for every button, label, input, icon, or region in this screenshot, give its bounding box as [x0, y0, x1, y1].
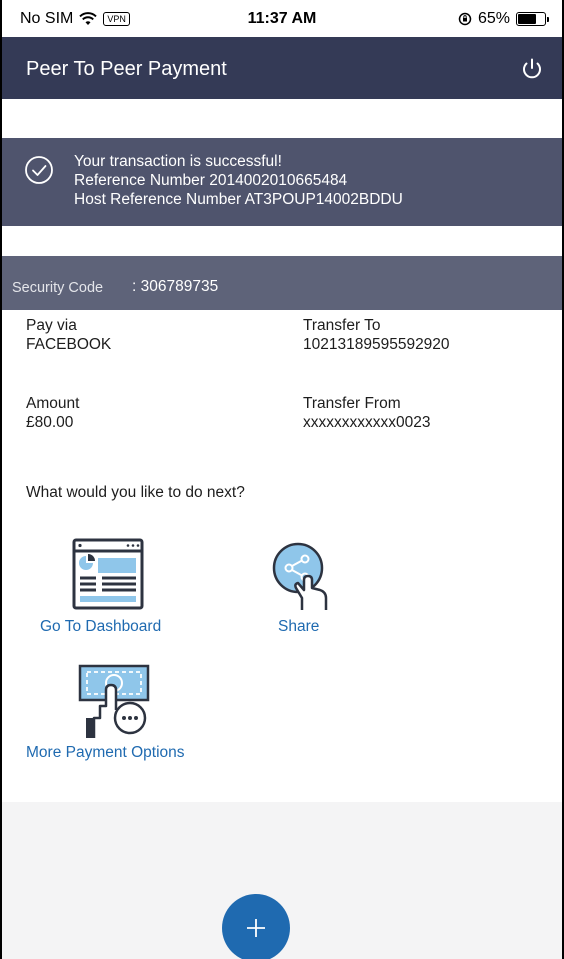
reference-number: Reference Number 2014002010665484 [74, 172, 348, 189]
next-steps-heading: What would you like to do next? [26, 484, 245, 501]
transfer-from-field: Transfer From xxxxxxxxxxxx0023 [303, 394, 430, 432]
payment-options-icon [78, 664, 150, 738]
add-fab-button[interactable] [222, 894, 290, 959]
go-to-dashboard-label[interactable]: Go To Dashboard [40, 618, 161, 636]
battery-icon [516, 12, 549, 26]
app-screen: No SIM VPN 11:37 AM 65% Peer To Peer Pay… [0, 0, 564, 959]
go-to-dashboard-action[interactable]: Go To Dashboard [26, 536, 206, 640]
amount-field: Amount £80.00 [26, 394, 79, 432]
plus-icon [247, 919, 265, 937]
transfer-from-label: Transfer From [303, 395, 401, 412]
host-reference-number: Host Reference Number AT3POUP14002BDDU [74, 191, 403, 208]
share-icon [272, 542, 328, 610]
success-title: Your transaction is successful! [74, 153, 282, 170]
pay-via-label: Pay via [26, 317, 77, 334]
check-circle-icon [25, 156, 53, 184]
security-code-bar: Security Code : 306789735 [2, 256, 562, 310]
amount-value: £80.00 [26, 414, 74, 431]
amount-label: Amount [26, 395, 80, 412]
share-label[interactable]: Share [278, 618, 319, 636]
pay-via-field: Pay via FACEBOOK [26, 316, 111, 354]
more-payment-options-action[interactable]: More Payment Options [26, 660, 226, 768]
transfer-from-value: xxxxxxxxxxxx0023 [303, 414, 431, 431]
success-message: Your transaction is successful! Referenc… [74, 152, 403, 209]
security-code-label: Security Code [12, 280, 104, 296]
app-header: Peer To Peer Payment [2, 37, 562, 99]
transfer-to-field: Transfer To 10213189595592920 [303, 316, 450, 354]
transfer-to-label: Transfer To [303, 317, 381, 334]
pay-via-value: FACEBOOK [26, 336, 112, 353]
page-title: Peer To Peer Payment [26, 58, 227, 80]
transfer-to-value: 10213189595592920 [303, 336, 450, 353]
dashboard-icon [72, 538, 144, 610]
share-action[interactable]: Share [264, 536, 354, 640]
success-banner: Your transaction is successful! Referenc… [2, 138, 562, 226]
power-icon[interactable] [518, 55, 546, 83]
status-right: 65% [458, 10, 549, 28]
status-bar: No SIM VPN 11:37 AM 65% [2, 0, 562, 37]
more-payment-options-label[interactable]: More Payment Options [26, 744, 185, 762]
battery-percent: 65% [477, 10, 510, 27]
orientation-lock-icon [458, 12, 472, 26]
security-code-value: : 306789735 [132, 278, 219, 295]
